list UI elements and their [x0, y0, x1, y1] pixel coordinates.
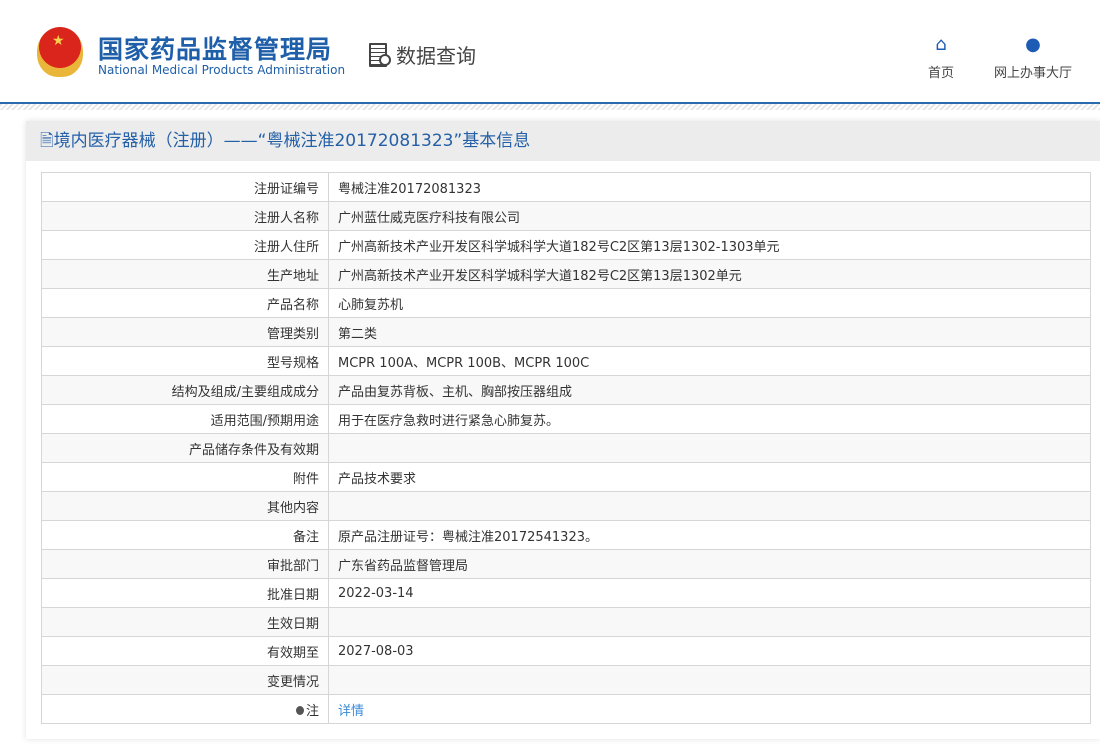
field-value	[328, 491, 1091, 521]
table-row: 生效日期	[41, 607, 1091, 637]
document-search-icon	[367, 42, 393, 68]
details-link[interactable]: 详情	[338, 704, 364, 719]
panel-title: 🗎境内医疗器械（注册）——“粤械注准20172081323”基本信息	[26, 121, 1100, 161]
header-divider	[0, 104, 1100, 110]
logo-title[interactable]: 国家药品监督管理局	[98, 30, 332, 66]
field-value: 心肺复苏机	[328, 288, 1091, 318]
data-query-title[interactable]: 数据查询	[367, 40, 476, 69]
field-label: 附件	[41, 462, 329, 492]
table-row: 适用范围/预期用途 用于在医疗急救时进行紧急心肺复苏。	[41, 404, 1091, 434]
field-value: 产品技术要求	[328, 462, 1091, 492]
field-value	[328, 665, 1091, 695]
note-label: 注	[41, 694, 329, 724]
field-label: 注册人名称	[41, 201, 329, 231]
table-row: 有效期至 2027-08-03	[41, 636, 1091, 666]
field-label: 型号规格	[41, 346, 329, 376]
field-value: 广东省药品监督管理局	[328, 549, 1091, 579]
field-value: 粤械注准20172081323	[328, 172, 1091, 202]
data-query-label: 数据查询	[396, 44, 476, 68]
info-table: 注册证编号 粤械注准20172081323 注册人名称 广州蓝仕威克医疗科技有限公司注…	[41, 172, 1091, 724]
lightbulb-icon	[295, 705, 304, 715]
nav-home-label: 首页	[927, 66, 954, 81]
table-row: 审批部门 广东省药品监督管理局	[41, 549, 1091, 579]
panel-title-text: 境内医疗器械（注册）——“粤械注准20172081323”基本信息	[53, 131, 531, 151]
table-row: 注册证编号 粤械注准20172081323	[41, 172, 1091, 202]
table-row: 备注 原产品注册证号：粤械注准20172541323。	[41, 520, 1091, 550]
table-row: 管理类别 第二类	[41, 317, 1091, 347]
table-row: 其他内容	[41, 491, 1091, 521]
field-label: 注册证编号	[41, 172, 329, 202]
field-value: 广州蓝仕威克医疗科技有限公司	[328, 201, 1091, 231]
field-label: 产品名称	[41, 288, 329, 318]
note-label-text: 注	[305, 703, 319, 719]
field-value: 广州高新技术产业开发区科学城科学大道182号C2区第13层1302-1303单元	[328, 230, 1091, 260]
field-value	[328, 607, 1091, 637]
table-row: 型号规格 MCPR 100A、MCPR 100B、MCPR 100C	[41, 346, 1091, 376]
user-icon: ●	[1025, 34, 1041, 55]
field-label: 有效期至	[41, 636, 329, 666]
field-value: 2022-03-14	[328, 578, 1091, 608]
field-label: 变更情况	[41, 665, 329, 695]
field-value: 2027-08-03	[328, 636, 1091, 666]
note-row: 注 详情	[41, 694, 1091, 724]
field-label: 管理类别	[41, 317, 329, 347]
logo-subtitle: National Medical Products Administration	[98, 63, 346, 77]
table-row: 产品储存条件及有效期	[41, 433, 1091, 463]
table-row: 注册人住所 广州高新技术产业开发区科学城科学大道182号C2区第13层1302-1…	[41, 230, 1091, 260]
field-label: 其他内容	[41, 491, 329, 521]
table-row: 生产地址 广州高新技术产业开发区科学城科学大道182号C2区第13层1302单元	[41, 259, 1091, 289]
site-header: 国家药品监督管理局 National Medical Products Admi…	[0, 0, 1100, 104]
field-label: 产品储存条件及有效期	[41, 433, 329, 463]
nav-home[interactable]: ⌂ 首页	[923, 34, 959, 81]
field-value: 产品由复苏背板、主机、胸部按压器组成	[328, 375, 1091, 405]
field-value: 第二类	[328, 317, 1091, 347]
field-label: 结构及组成/主要组成成分	[41, 375, 329, 405]
field-value: 原产品注册证号：粤械注准20172541323。	[328, 520, 1091, 550]
field-label: 审批部门	[41, 549, 329, 579]
field-value: 用于在医疗急救时进行紧急心肺复苏。	[328, 404, 1091, 434]
field-label: 生产地址	[41, 259, 329, 289]
table-row: 注册人名称 广州蓝仕威克医疗科技有限公司	[41, 201, 1091, 231]
document-icon: 🗎	[40, 131, 54, 151]
nav-online-hall-label: 网上办事大厅	[993, 66, 1072, 81]
table-row: 产品名称 心肺复苏机	[41, 288, 1091, 318]
note-value: 详情	[328, 694, 1091, 724]
table-row: 变更情况	[41, 665, 1091, 695]
table-row: 结构及组成/主要组成成分 产品由复苏背板、主机、胸部按压器组成	[41, 375, 1091, 405]
field-value: 广州高新技术产业开发区科学城科学大道182号C2区第13层1302单元	[328, 259, 1091, 289]
field-label: 注册人住所	[41, 230, 329, 260]
home-icon: ⌂	[935, 34, 947, 55]
table-row: 附件 产品技术要求	[41, 462, 1091, 492]
field-label: 生效日期	[41, 607, 329, 637]
field-value: MCPR 100A、MCPR 100B、MCPR 100C	[328, 346, 1091, 376]
detail-panel: 🗎境内医疗器械（注册）——“粤械注准20172081323”基本信息 注册证编号…	[26, 121, 1100, 739]
field-value	[328, 433, 1091, 463]
nav-online-hall[interactable]: ● 网上办事大厅	[990, 34, 1076, 81]
table-row: 批准日期 2022-03-14	[41, 578, 1091, 608]
national-emblem-logo	[37, 27, 83, 77]
field-label: 批准日期	[41, 578, 329, 608]
field-label: 适用范围/预期用途	[41, 404, 329, 434]
field-label: 备注	[41, 520, 329, 550]
